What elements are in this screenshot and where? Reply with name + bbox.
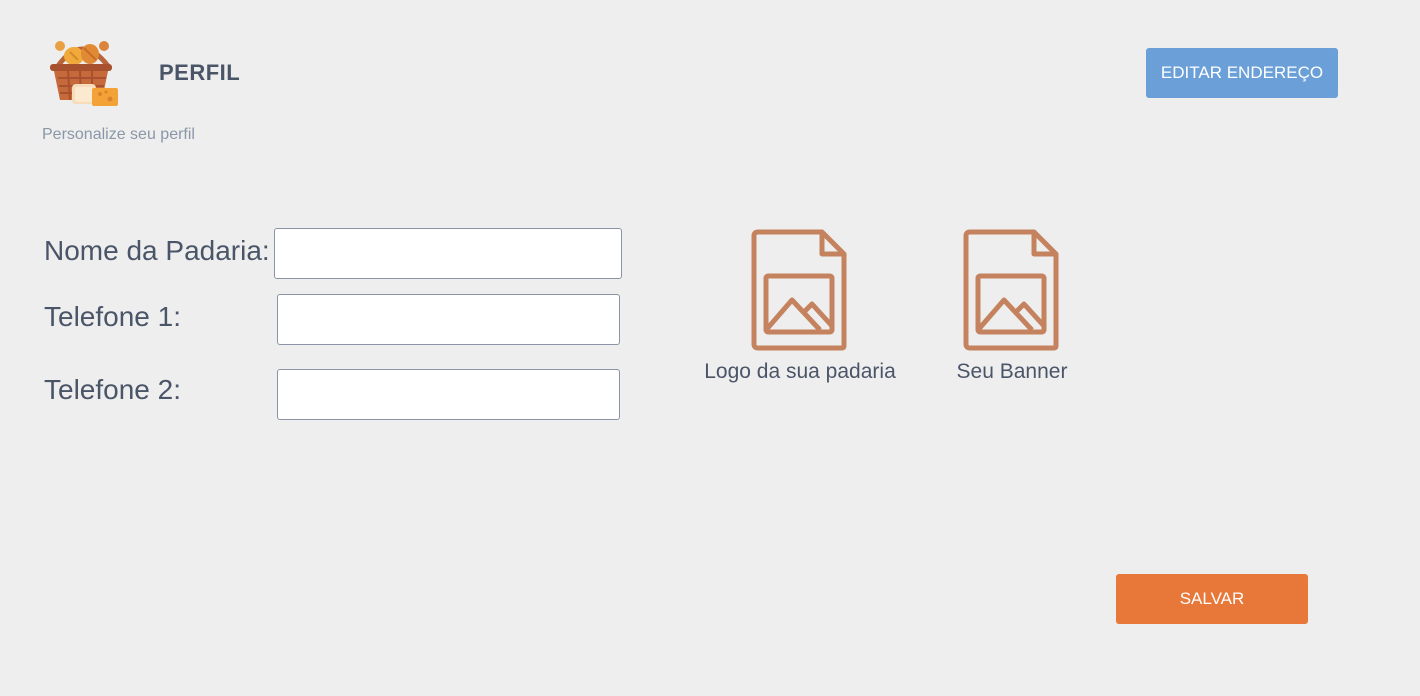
- save-button[interactable]: SALVAR: [1116, 574, 1308, 624]
- logo-upload[interactable]: Logo da sua padaria: [700, 228, 900, 384]
- edit-address-button[interactable]: EDITAR ENDEREÇO: [1146, 48, 1338, 98]
- bakery-name-label: Nome da Padaria:: [44, 235, 270, 266]
- phone-1-label: Telefone 1:: [44, 301, 181, 332]
- bread-basket-icon: [50, 41, 118, 106]
- phone-1-input[interactable]: [277, 294, 620, 345]
- page-subtitle: Personalize seu perfil: [42, 126, 195, 143]
- bread-basket-logo: [48, 36, 120, 108]
- banner-upload[interactable]: Seu Banner: [912, 228, 1112, 384]
- image-file-icon: [751, 229, 847, 351]
- image-file-icon: [963, 229, 1059, 351]
- banner-upload-label: Seu Banner: [956, 360, 1068, 383]
- bakery-name-input[interactable]: [274, 228, 622, 279]
- phone-2-input[interactable]: [277, 369, 620, 420]
- logo-upload-label: Logo da sua padaria: [704, 360, 896, 383]
- page-title: PERFIL: [159, 60, 241, 85]
- phone-2-label: Telefone 2:: [44, 374, 181, 405]
